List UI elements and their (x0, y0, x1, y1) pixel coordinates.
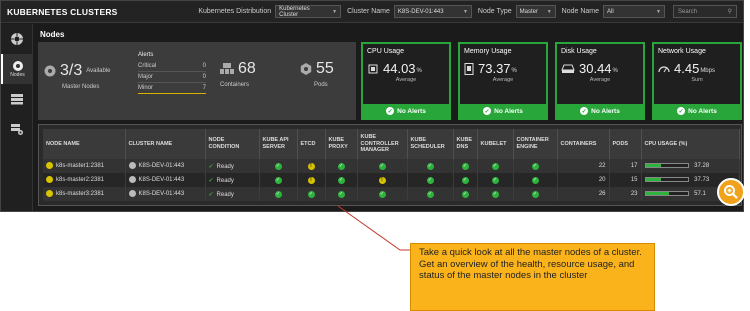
callout-box: Take a quick look at all the master node… (410, 243, 655, 311)
callout-leader-line (337, 205, 410, 251)
callout-text: Take a quick look at all the master node… (419, 247, 642, 282)
